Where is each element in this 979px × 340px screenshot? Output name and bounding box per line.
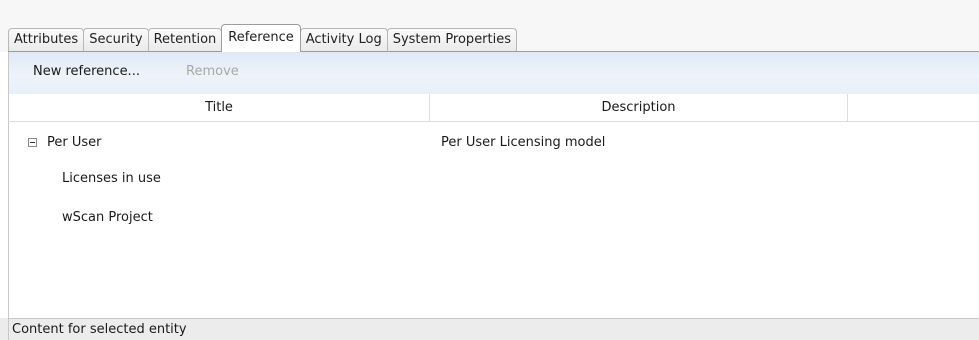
tab-attributes[interactable]: Attributes xyxy=(8,28,85,52)
column-divider[interactable] xyxy=(847,94,848,121)
row-description: Per User Licensing model xyxy=(441,135,606,150)
column-header-description[interactable]: Description xyxy=(430,94,847,121)
table-row[interactable]: wScan Project xyxy=(9,206,979,230)
status-bar: Content for selected entity xyxy=(8,318,979,340)
toolbar: New reference... Remove xyxy=(8,52,979,94)
status-text: Content for selected entity xyxy=(12,322,187,337)
table-row[interactable]: Per User Per User Licensing model xyxy=(9,131,979,155)
tabs-container: Attributes Security Retention Reference … xyxy=(8,24,518,52)
tab-bar: Attributes Security Retention Reference … xyxy=(0,0,979,52)
table-row[interactable]: Licenses in use xyxy=(9,167,979,191)
remove-button[interactable]: Remove xyxy=(186,64,239,79)
new-reference-button[interactable]: New reference... xyxy=(33,64,140,79)
column-header-title[interactable]: Title xyxy=(9,94,429,121)
table-header: Title Description xyxy=(8,94,979,122)
tab-security[interactable]: Security xyxy=(83,28,149,52)
tab-reference[interactable]: Reference xyxy=(221,24,301,52)
collapse-minus-icon[interactable] xyxy=(28,138,37,147)
reference-tree-table: Per User Per User Licensing model Licens… xyxy=(8,122,979,318)
status-bar-edge xyxy=(0,318,8,340)
tab-system-properties[interactable]: System Properties xyxy=(386,28,518,52)
tab-activity-log[interactable]: Activity Log xyxy=(299,28,388,52)
row-title: Licenses in use xyxy=(62,171,161,186)
row-title: wScan Project xyxy=(62,210,153,225)
tab-retention[interactable]: Retention xyxy=(147,28,223,52)
panel-border xyxy=(8,51,979,52)
row-title: Per User xyxy=(47,135,102,150)
